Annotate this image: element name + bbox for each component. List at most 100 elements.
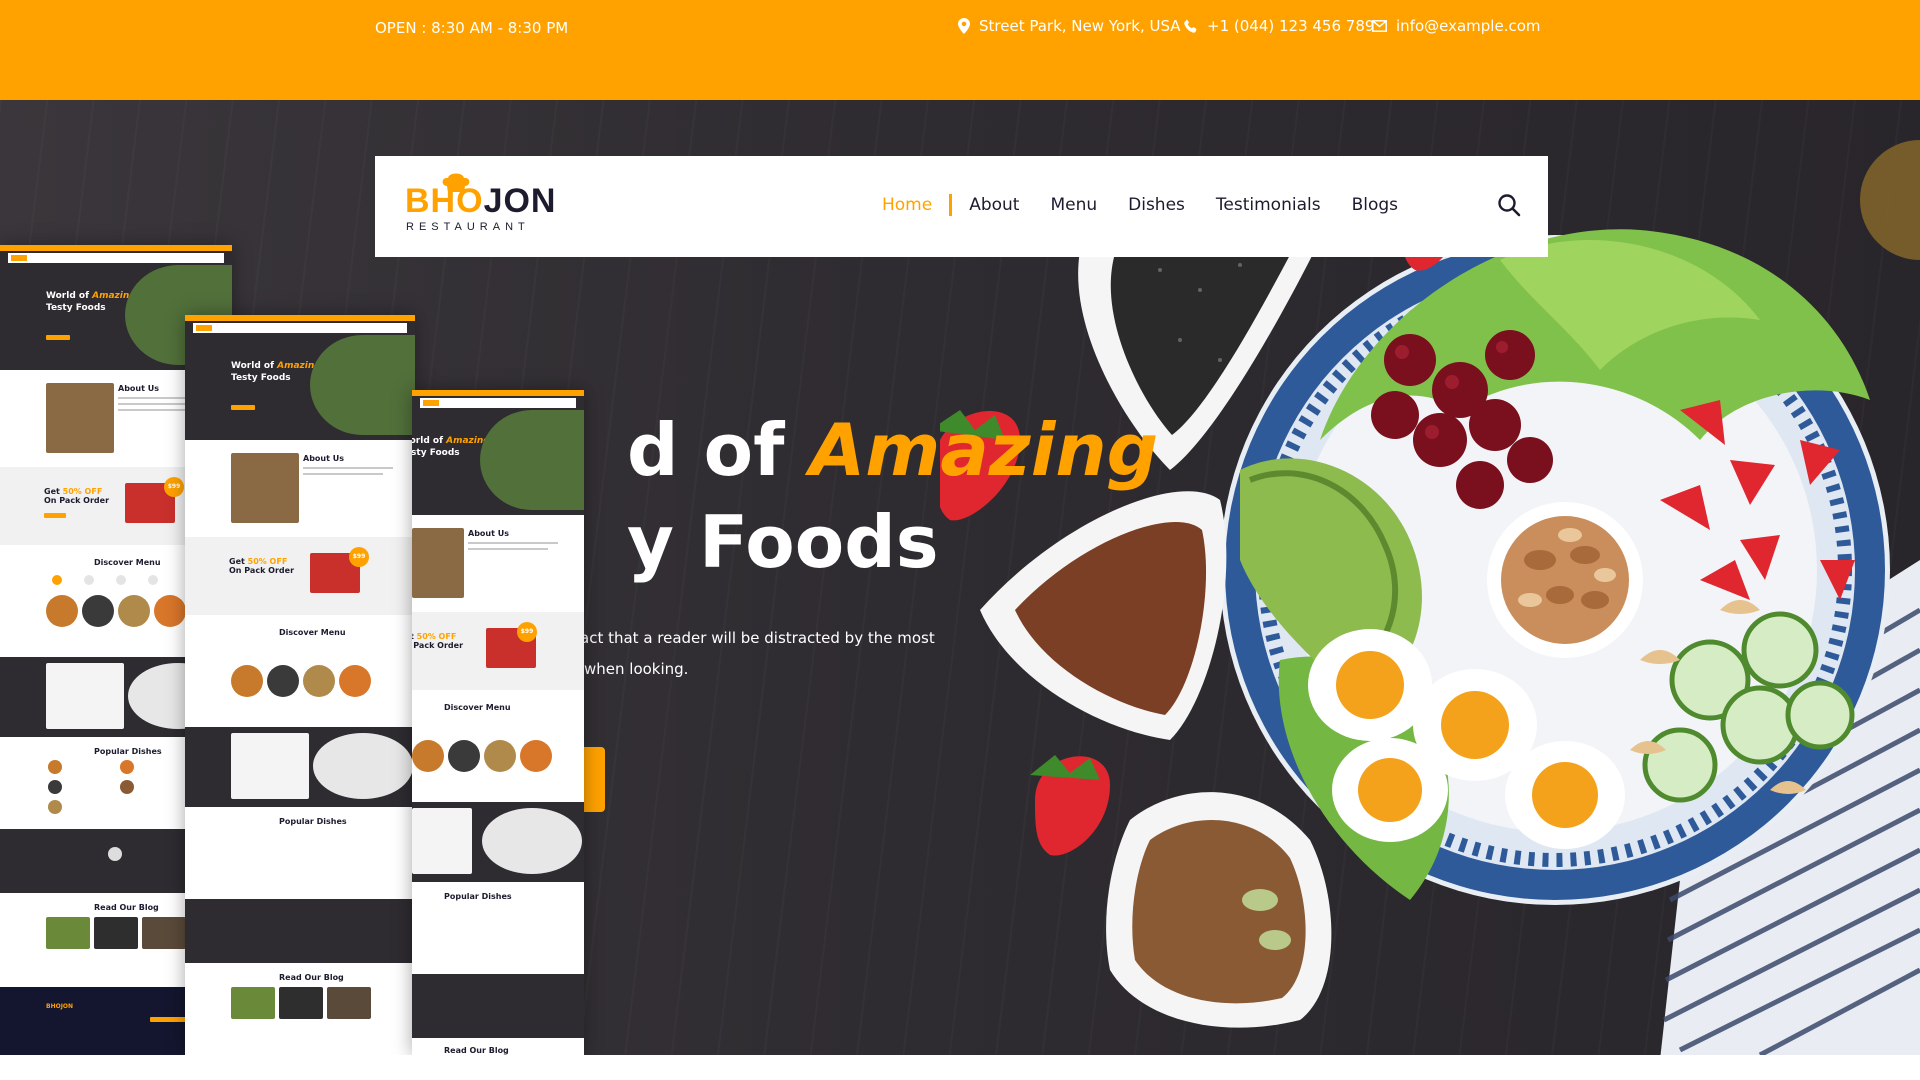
preview-testimonial-avatar [108,847,122,861]
preview-popular-title: Popular Dishes [279,817,347,826]
preview-offer-title: Get 50% OFFOn Pack Order [412,632,464,650]
phone-info[interactable]: +1 (044) 123 456 789 [1184,17,1374,35]
preview-popular-title: Popular Dishes [94,747,162,756]
preview-dish-image [118,595,150,627]
nav-about[interactable]: About [969,195,1019,215]
preview-header [420,398,576,408]
preview-price-badge: $99 [517,622,537,642]
oil-bottle [1860,140,1920,260]
preview-offer-button [44,513,66,518]
address-text: Street Park, New York, USA [979,17,1181,35]
preview-dish-image [267,665,299,697]
preview-price-badge: $99 [349,547,369,567]
preview-popular-title: Popular Dishes [444,892,512,901]
preview-hero-image [310,335,415,435]
hero-food-image [940,140,1920,1055]
nav-blogs[interactable]: Blogs [1352,195,1398,215]
preview-dish-image [412,740,444,772]
preview-dish-thumb [48,780,62,794]
nav-home[interactable]: Home [882,195,932,215]
preview-dish-image [154,595,186,627]
location-pin-icon [958,18,970,34]
preview-topbar [412,390,584,396]
preview-hero-title: World of AmazingTesty Foods [231,361,321,383]
preview-menu-tab [84,575,94,585]
preview-dish-image [46,595,78,627]
nav-active-indicator [949,194,953,216]
preview-hero-title: World of AmazingTesty Foods [46,291,136,313]
preview-menu-tab [148,575,158,585]
phone-text: +1 (044) 123 456 789 [1207,17,1375,35]
preview-blog-image [279,987,323,1019]
top-info-bar: OPEN : 8:30 AM - 8:30 PM Street Park, Ne… [0,0,1920,100]
preview-hero-image [480,410,584,510]
preview-menu-tab [52,575,62,585]
preview-dish-photo [482,808,582,874]
preview-text-line [468,548,548,550]
preview-form-card [46,663,124,729]
preview-discover-title: Discover Menu [94,558,161,567]
walnut-bowl [1106,792,1332,1028]
search-icon[interactable] [1497,193,1521,217]
hero-title: d of Amazing y Foods [627,408,1159,584]
preview-offer-section [185,537,415,615]
preview-hero-button [46,335,70,340]
nav-dishes[interactable]: Dishes [1128,195,1185,215]
preview-hero-button [231,405,255,410]
preview-blog-title: Read Our Blog [444,1046,509,1055]
preview-about-title: About Us [468,529,509,538]
preview-hero-title: World of AmazingTesty Foods [412,436,490,458]
preview-text-line [303,467,393,469]
hero-description: act that a reader will be distracted by … [580,629,935,678]
preview-form-card [231,733,309,799]
preview-blog-title: Read Our Blog [94,903,159,912]
preview-dish-image [448,740,480,772]
preview-text-line [468,542,558,544]
preview-footer-logo: BHOJON [46,1003,74,1010]
preview-blog-title: Read Our Blog [279,973,344,982]
preview-blog-image [142,917,186,949]
nav-menu[interactable]: Menu [1050,195,1097,215]
preview-dish-image [484,740,516,772]
preview-dish-photo [313,733,413,799]
preview-about-image [412,528,464,598]
preview-about-image [46,383,114,453]
brand-wordmark: BHOJON [405,182,557,220]
preview-discover-title: Discover Menu [279,628,346,637]
preview-page-3: World of AmazingTesty Foods About Us Get… [412,390,584,1055]
mail-icon [1372,20,1387,32]
preview-dish-image [339,665,371,697]
preview-topbar [185,315,415,321]
preview-text-line [303,473,383,475]
preview-page-2: World of Amazing Testy Foods About Us Get… [185,315,415,1055]
site-header: BHOJON RESTAURANT Home About Menu Dishes… [375,156,1548,257]
preview-topbar [0,245,232,251]
preview-dish-image [520,740,552,772]
salad-plate [1220,229,1890,905]
preview-blog-image [327,987,371,1019]
preview-about-image [231,453,299,523]
preview-dish-image [231,665,263,697]
preview-dish-thumb [120,760,134,774]
preview-form-card [412,808,472,874]
email-text: info@example.com [1396,17,1541,35]
brand-logo[interactable]: BHOJON RESTAURANT [405,173,555,238]
preview-testimonial [185,899,415,963]
preview-blog-image [231,987,275,1019]
preview-footer-button [150,1017,186,1022]
brand-tagline: RESTAURANT [406,221,530,233]
preview-header [8,253,224,263]
preview-offer-title: Get 50% OFFOn Pack Order [44,487,110,505]
nav-testimonials[interactable]: Testimonials [1216,195,1321,215]
main-nav: Home About Menu Dishes Testimonials Blog… [882,194,1398,216]
hero-section: BHOJON RESTAURANT Home About Menu Dishes… [0,100,1920,1055]
preview-dish-thumb [120,780,134,794]
preview-about-title: About Us [303,454,344,463]
preview-blog-image [94,917,138,949]
preview-about-title: About Us [118,384,159,393]
preview-dish-image [82,595,114,627]
email-info[interactable]: info@example.com [1372,17,1541,35]
preview-offer-title: Get 50% OFFOn Pack Order [229,557,295,575]
preview-price-badge: $99 [164,477,184,497]
preview-dish-thumb [48,760,62,774]
